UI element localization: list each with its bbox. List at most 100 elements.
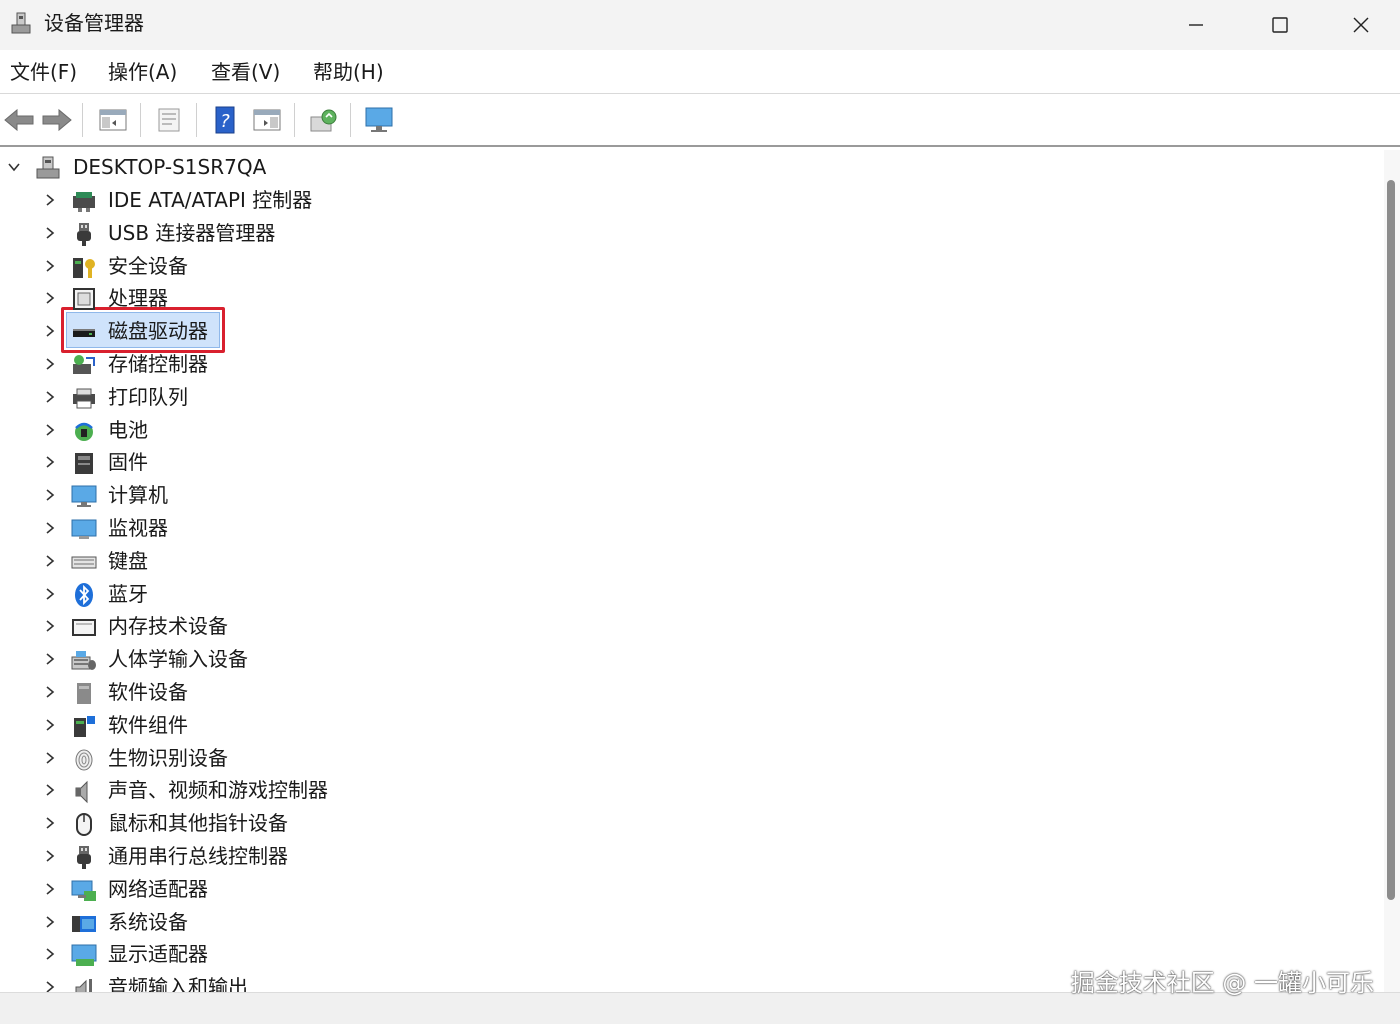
chevron-right-icon[interactable] [42,782,58,798]
monitor-button[interactable] [360,101,398,139]
chevron-right-icon[interactable] [42,422,58,438]
security-key-icon [73,257,95,278]
tree-item-label: 存储控制器 [108,352,208,376]
back-arrow-icon [4,108,34,132]
chevron-right-icon[interactable] [42,586,58,602]
chevron-right-icon[interactable] [42,192,58,208]
tree-item[interactable]: 人体学输入设备 [0,643,700,676]
software-component-icon [74,715,95,737]
chevron-right-icon[interactable] [42,979,58,992]
tree-item[interactable]: IDE ATA/ATAPI 控制器 [0,184,700,217]
tree-item[interactable]: 网络适配器 [0,873,700,906]
menu-help[interactable]: 帮助(H) [311,58,386,86]
tree-item-label: 处理器 [108,286,168,311]
show-hide-tree-button[interactable] [94,101,132,139]
toolbar: ? [0,95,1400,147]
tree-item[interactable]: 生物识别设备 [0,742,700,775]
chevron-right-icon[interactable] [42,750,58,766]
mouse-icon [76,813,92,837]
chevron-right-icon[interactable] [42,553,58,569]
tree-item[interactable]: 存储控制器 [0,348,700,381]
chevron-right-icon[interactable] [42,323,58,339]
chevron-right-icon[interactable] [42,356,58,372]
menu-action[interactable]: 操作(A) [106,58,179,86]
menu-view[interactable]: 查看(V) [209,58,282,86]
tree-item-label: 系统设备 [108,909,188,934]
menu-file[interactable]: 文件(F) [8,58,79,86]
scrollbar-thumb[interactable] [1387,180,1395,900]
tree-item-label: 蓝牙 [108,581,148,606]
action-pane-icon [253,109,281,131]
tree-item[interactable]: USB 连接器管理器 [0,217,700,250]
tree-item[interactable]: 处理器 [0,282,700,315]
tree-item[interactable]: 蓝牙 [0,578,700,611]
toolbar-separator [294,103,295,137]
vertical-scrollbar[interactable] [1384,150,1400,992]
title-bar: 设备管理器 [0,0,1400,50]
forward-arrow-icon [42,108,72,132]
tree-item[interactable]: 显示适配器 [0,938,700,971]
tree-item-label: 计算机 [108,483,168,508]
tree-item[interactable]: 通用串行总线控制器 [0,840,700,873]
back-button[interactable] [0,101,38,139]
tree-item-label: 安全设备 [108,253,188,278]
tree-item[interactable]: 打印队列 [0,381,700,414]
minimize-button[interactable] [1154,0,1238,50]
tree-item[interactable]: 鼠标和其他指针设备 [0,807,700,840]
tree-item[interactable]: 音频输入和输出 [0,971,700,992]
tree-item[interactable]: 固件 [0,446,700,479]
properties-button[interactable] [150,101,188,139]
chevron-right-icon[interactable] [42,946,58,962]
forward-button[interactable] [38,101,76,139]
tree-item[interactable]: 计算机 [0,479,700,512]
chevron-right-icon[interactable] [42,815,58,831]
chevron-right-icon[interactable] [42,848,58,864]
software-device-icon [77,683,91,704]
menu-bar: 文件(F) 操作(A) 查看(V) 帮助(H) [0,50,1400,94]
tree-item[interactable]: 系统设备 [0,906,700,939]
chevron-right-icon[interactable] [42,487,58,503]
tree-item[interactable]: 键盘 [0,545,700,578]
tree-item-label: 生物识别设备 [108,745,228,770]
tree-item[interactable]: 软件设备 [0,676,700,709]
chevron-right-icon[interactable] [42,454,58,470]
tree-item-label: 电池 [108,417,148,442]
chevron-right-icon[interactable] [42,618,58,634]
printer-icon [73,388,95,409]
tree-item[interactable]: 软件组件 [0,709,700,742]
tree-item[interactable]: 监视器 [0,512,700,545]
computer-root-icon [36,156,60,179]
help-button[interactable]: ? [206,101,244,139]
chevron-right-icon[interactable] [42,258,58,274]
tree-item-label: 软件组件 [108,712,188,737]
chevron-down-icon[interactable] [6,159,22,175]
tree-item-label: 通用串行总线控制器 [108,844,288,868]
device-tree[interactable]: DESKTOP-S1SR7QA IDE ATA/ATAPI 控制器 USB 连接器… [0,150,1384,992]
scan-hardware-icon [310,109,337,132]
tree-root[interactable]: DESKTOP-S1SR7QA [0,151,700,184]
chevron-right-icon[interactable] [42,881,58,897]
toolbar-separator [350,103,351,137]
toolbar-separator [82,103,83,137]
audio-io-icon [75,979,92,992]
chevron-right-icon[interactable] [42,389,58,405]
chevron-right-icon[interactable] [42,290,58,306]
chevron-right-icon[interactable] [42,225,58,241]
maximize-button[interactable] [1238,0,1322,50]
chevron-right-icon[interactable] [42,684,58,700]
tree-item-selected[interactable]: 磁盘驱动器 [0,315,700,348]
tree-item[interactable]: 电池 [0,414,700,447]
chevron-right-icon[interactable] [42,717,58,733]
ide-controller-icon [73,192,95,212]
memory-icon [72,619,96,637]
tree-item[interactable]: 安全设备 [0,250,700,283]
action-pane-button[interactable] [248,101,286,139]
chevron-right-icon[interactable] [42,651,58,667]
tree-item[interactable]: 声音、视频和游戏控制器 [0,774,700,807]
tree-root-label: DESKTOP-S1SR7QA [73,155,267,179]
tree-item[interactable]: 内存技术设备 [0,610,700,643]
chevron-right-icon[interactable] [42,914,58,930]
close-button[interactable] [1322,0,1400,50]
scan-hardware-button[interactable] [304,101,342,139]
chevron-right-icon[interactable] [42,520,58,536]
